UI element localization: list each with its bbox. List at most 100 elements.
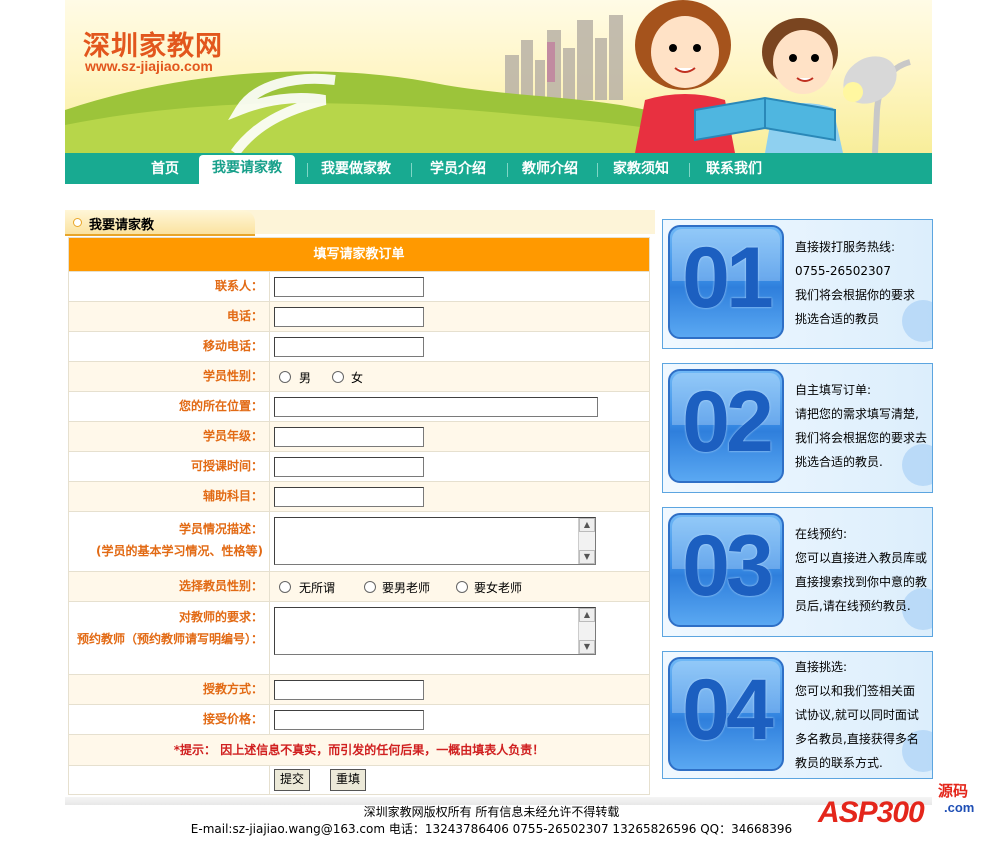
form-row-time: 可授课时间： xyxy=(69,451,649,481)
nav-separator xyxy=(689,163,690,177)
description-scrollbar[interactable]: ▲ ▼ xyxy=(578,518,595,564)
contact-label: 联系人： xyxy=(69,272,270,301)
nav-item-students[interactable]: 学员介绍 xyxy=(420,153,496,184)
section-title: 我要请家教 xyxy=(89,218,155,233)
nav-separator xyxy=(597,163,598,177)
submit-button[interactable]: 提交 xyxy=(274,769,311,791)
teacher-gender-any-radio[interactable] xyxy=(279,581,291,593)
mode-input[interactable] xyxy=(274,680,424,700)
step-number-badge: 03 xyxy=(668,513,784,627)
step-line: 直接挑选: xyxy=(795,660,848,674)
form-row-gender: 学员性别： 男 女 xyxy=(69,361,649,391)
form-row-contact: 联系人： xyxy=(69,271,649,301)
mobile-label: 移动电话： xyxy=(69,332,270,361)
requirements-label-main: 对教师的要求： xyxy=(178,610,263,624)
form-title: 填写请家教订单 xyxy=(69,238,649,271)
site-url[interactable]: www.sz-jiajiao.com xyxy=(85,58,213,74)
nav-separator xyxy=(307,163,308,177)
reset-button[interactable]: 重填 xyxy=(330,769,367,791)
step-number: 03 xyxy=(682,518,774,614)
step-text: 在线预约: 您可以直接进入教员库或 直接搜索找到你中意的教 员后,请在线预约教员… xyxy=(795,522,929,618)
step-line: 您可以和我们签相关面 xyxy=(795,684,916,698)
mobile-input[interactable] xyxy=(274,337,424,357)
nav-item-teachers[interactable]: 教师介绍 xyxy=(515,153,585,184)
teacher-gender-female-label: 要女老师 xyxy=(474,581,523,595)
gender-female-radio[interactable] xyxy=(332,371,344,383)
time-label: 可授课时间： xyxy=(69,452,270,481)
scroll-down-icon[interactable]: ▼ xyxy=(579,550,595,564)
subject-label: 辅助科目： xyxy=(69,482,270,511)
gender-male-label: 男 xyxy=(299,371,312,385)
header-banner: 深圳家教网 www.sz-jiajiao.com xyxy=(65,0,932,153)
nav-item-home[interactable]: 首页 xyxy=(140,153,190,184)
step-line: 直接搜索找到你中意的教 xyxy=(795,575,928,589)
nav-item-become-tutor[interactable]: 我要做家教 xyxy=(313,153,399,184)
teacher-gender-male-radio[interactable] xyxy=(364,581,376,593)
form-row-requirements: 对教师的要求： 预约教师（预约教师请写明编号）： ▲ ▼ xyxy=(69,601,649,674)
watermark-brand: ASP300 xyxy=(818,796,925,829)
step-line: 我们将会根据您的要求去 xyxy=(795,431,928,445)
form-row-phone: 电话： xyxy=(69,301,649,331)
phone-label: 电话： xyxy=(69,302,270,331)
scroll-up-icon[interactable]: ▲ xyxy=(579,608,595,622)
time-input[interactable] xyxy=(274,457,424,477)
gender-female-label: 女 xyxy=(351,371,364,385)
form-row-tip: *提示： 因上述信息不真实，而引发的任何后果，一概由填表人负责！ xyxy=(69,734,649,765)
teacher-gender-female-radio[interactable] xyxy=(456,581,468,593)
subject-input[interactable] xyxy=(274,487,424,507)
nav-separator xyxy=(507,163,508,177)
order-form: 填写请家教订单 联系人： 电话： 移动电话： 学员性别： 男 女 您的所在位置：… xyxy=(68,237,650,795)
section-header: 我要请家教 xyxy=(65,210,655,236)
form-row-location: 您的所在位置： xyxy=(69,391,649,421)
tip-text: 因上述信息不真实，而引发的任何后果，一概由填表人负责！ xyxy=(220,743,545,757)
scroll-down-icon[interactable]: ▼ xyxy=(579,640,595,654)
requirements-scrollbar[interactable]: ▲ ▼ xyxy=(578,608,595,654)
requirements-textarea[interactable]: ▲ ▼ xyxy=(274,607,596,655)
step-card-3: 03 在线预约: 您可以直接进入教员库或 直接搜索找到你中意的教 员后,请在线预… xyxy=(662,507,933,637)
step-line: 我们将会根据你的要求 xyxy=(795,288,916,302)
description-label-main: 学员情况描述： xyxy=(178,522,263,536)
tip-label: *提示： xyxy=(173,743,217,757)
grade-input[interactable] xyxy=(274,427,424,447)
description-textarea[interactable]: ▲ ▼ xyxy=(274,517,596,565)
nav-item-hire-tutor[interactable]: 我要请家教 xyxy=(199,155,295,184)
nav-separator xyxy=(411,163,412,177)
nav-item-notice[interactable]: 家教须知 xyxy=(605,153,677,184)
mode-label: 授教方式： xyxy=(69,675,270,704)
step-line: 教员的联系方式. xyxy=(795,756,883,770)
step-card-4: 04 直接挑选: 您可以和我们签相关面 试协议,就可以同时面试 多名教员,直接获… xyxy=(662,651,933,779)
gender-male-radio[interactable] xyxy=(279,371,291,383)
teacher-gender-any-label: 无所谓 xyxy=(299,581,336,595)
phone-input[interactable] xyxy=(274,307,424,327)
scroll-up-icon[interactable]: ▲ xyxy=(579,518,595,532)
form-row-teacher-gender: 选择教员性别： 无所谓 要男老师 要女老师 xyxy=(69,571,649,601)
step-number: 02 xyxy=(682,374,774,470)
nav-item-contact[interactable]: 联系我们 xyxy=(697,153,771,184)
step-card-2: 02 自主填写订单: 请把您的需求填写清楚, 我们将会根据您的要求去 挑选合适的… xyxy=(662,363,933,493)
form-row-price: 接受价格： xyxy=(69,704,649,734)
step-line: 试协议,就可以同时面试 xyxy=(795,708,919,722)
contact-input[interactable] xyxy=(274,277,424,297)
step-line: 挑选合适的教员 xyxy=(795,312,880,326)
step-line: 请把您的需求填写清楚, xyxy=(795,407,919,421)
circle-bullet-icon xyxy=(73,218,82,227)
location-label: 您的所在位置： xyxy=(69,392,270,421)
buttons-label-cell xyxy=(69,766,270,794)
step-line: 员后,请在线预约教员. xyxy=(795,599,911,613)
form-row-description: 学员情况描述： (学员的基本学习情况、性格等) ▲ ▼ xyxy=(69,511,649,571)
teacher-gender-male-label: 要男老师 xyxy=(382,581,431,595)
gender-label: 学员性别： xyxy=(69,362,270,391)
step-line: 挑选合适的教员. xyxy=(795,455,883,469)
main-nav: 首页 我要请家教 我要做家教 学员介绍 教师介绍 家教须知 联系我们 xyxy=(65,153,932,184)
location-input[interactable] xyxy=(274,397,598,417)
step-line: 多名教员,直接获得多名 xyxy=(795,732,919,746)
step-line: 直接拨打服务热线: xyxy=(795,240,896,254)
step-number-badge: 02 xyxy=(668,369,784,483)
step-number: 01 xyxy=(682,230,774,326)
step-text: 直接挑选: 您可以和我们签相关面 试协议,就可以同时面试 多名教员,直接获得多名… xyxy=(795,655,929,775)
price-input[interactable] xyxy=(274,710,424,730)
step-number: 04 xyxy=(682,662,774,758)
requirements-label-sub: 预约教师（预约教师请写明编号）： xyxy=(76,632,263,646)
form-tip: *提示： 因上述信息不真实，而引发的任何后果，一概由填表人负责！ xyxy=(69,735,649,765)
banner-illustration xyxy=(65,0,911,153)
